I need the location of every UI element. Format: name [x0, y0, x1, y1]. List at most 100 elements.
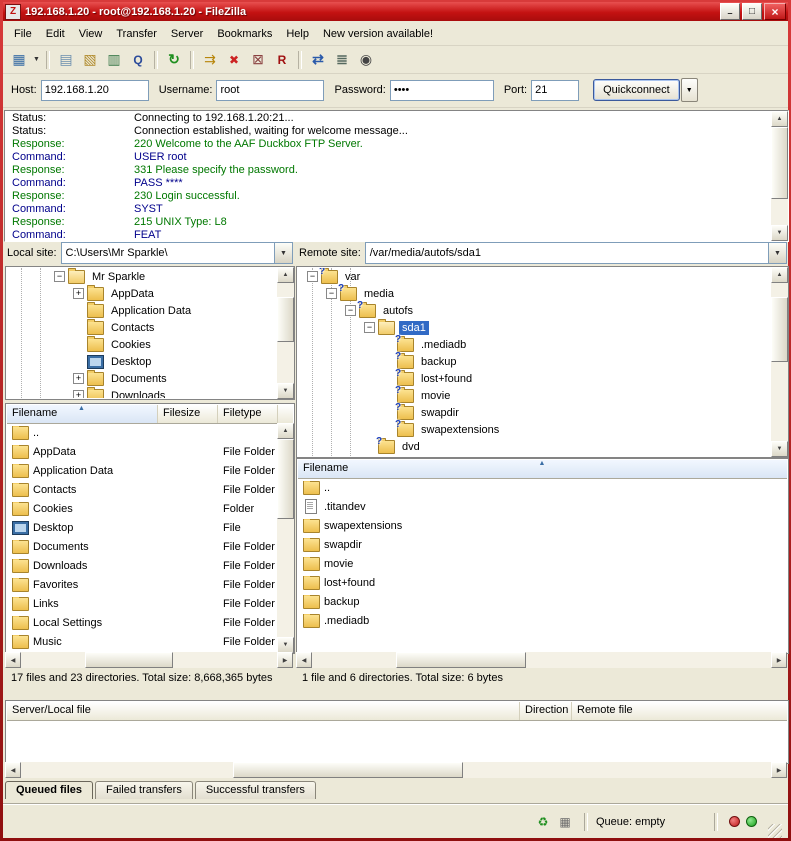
column-header-direction[interactable]: Direction: [520, 702, 572, 720]
scroll-right-icon[interactable]: [277, 652, 293, 668]
file-row[interactable]: swapdir: [298, 535, 787, 554]
close-button[interactable]: [764, 3, 786, 20]
title-bar[interactable]: 192.168.1.20 - root@192.168.1.20 - FileZ…: [3, 2, 788, 21]
quickconnect-button[interactable]: Quickconnect: [593, 79, 680, 101]
tab-failed-transfers[interactable]: Failed transfers: [95, 781, 193, 799]
toggle-transfer-queue-icon[interactable]: [127, 50, 149, 70]
menu-view[interactable]: View: [72, 25, 110, 43]
menu-new-version[interactable]: New version available!: [316, 25, 440, 43]
column-header-remote-file[interactable]: Remote file: [572, 702, 787, 720]
scroll-right-icon[interactable]: [771, 762, 787, 778]
column-header-filename[interactable]: Filename: [7, 405, 158, 423]
toggle-message-log-icon[interactable]: [55, 50, 77, 70]
tab-successful-transfers[interactable]: Successful transfers: [195, 781, 316, 799]
file-row[interactable]: FavoritesFile Folder: [7, 575, 276, 594]
cancel-operation-icon[interactable]: [223, 50, 245, 70]
toggle-remote-tree-icon[interactable]: [103, 50, 125, 70]
scroll-left-icon[interactable]: [5, 652, 21, 668]
site-manager-dropdown-icon[interactable]: [31, 50, 42, 70]
filter-icon[interactable]: [556, 814, 574, 830]
tree-item[interactable]: Downloads: [7, 387, 276, 398]
menu-transfer[interactable]: Transfer: [109, 25, 164, 43]
scroll-left-icon[interactable]: [5, 762, 21, 778]
tree-item[interactable]: Application Data: [7, 302, 276, 319]
scroll-up-icon[interactable]: [277, 267, 294, 283]
menu-server[interactable]: Server: [164, 25, 210, 43]
collapse-icon[interactable]: [326, 288, 337, 299]
toggle-local-tree-icon[interactable]: [79, 50, 101, 70]
expand-icon[interactable]: [73, 390, 84, 398]
menu-help[interactable]: Help: [279, 25, 316, 43]
tree-item[interactable]: Desktop: [7, 353, 276, 370]
menu-file[interactable]: File: [7, 25, 39, 43]
log-scrollbar[interactable]: [771, 111, 788, 241]
file-row[interactable]: lost+found: [298, 573, 787, 592]
file-row[interactable]: .mediadb: [298, 611, 787, 630]
scroll-up-icon[interactable]: [771, 267, 788, 283]
tree-item[interactable]: dvd: [298, 438, 770, 455]
disconnect-icon[interactable]: [247, 50, 269, 70]
scroll-down-icon[interactable]: [771, 225, 788, 241]
column-header-filesize[interactable]: Filesize: [158, 405, 218, 423]
file-row[interactable]: ContactsFile Folder: [7, 480, 276, 499]
file-row[interactable]: MusicFile Folder: [7, 632, 276, 651]
local-list-scrollbar[interactable]: [277, 423, 294, 653]
site-manager-icon[interactable]: [8, 50, 30, 70]
file-row[interactable]: LinksFile Folder: [7, 594, 276, 613]
tree-item[interactable]: swapextensions: [298, 421, 770, 438]
combo-dropdown-icon[interactable]: [768, 243, 786, 263]
reconnect-icon[interactable]: [271, 50, 293, 70]
tree-item[interactable]: lost+found: [298, 370, 770, 387]
tree-item[interactable]: .mediadb: [298, 336, 770, 353]
speed-limits-icon[interactable]: [534, 814, 552, 830]
menu-edit[interactable]: Edit: [39, 25, 72, 43]
scrollbar-thumb[interactable]: [396, 652, 526, 668]
scrollbar-thumb[interactable]: [771, 297, 788, 362]
quickconnect-dropdown-icon[interactable]: [681, 78, 698, 102]
scroll-up-icon[interactable]: [277, 423, 294, 439]
scroll-up-icon[interactable]: [771, 111, 788, 127]
synchronized-browsing-icon[interactable]: [331, 50, 353, 70]
password-input[interactable]: [390, 80, 494, 101]
file-row[interactable]: DesktopFile: [7, 518, 276, 537]
local-tree-scrollbar[interactable]: [277, 267, 294, 399]
tree-item[interactable]: Documents: [7, 370, 276, 387]
tree-item[interactable]: backup: [298, 353, 770, 370]
tree-item[interactable]: media: [298, 285, 770, 302]
column-header-server-local-file[interactable]: Server/Local file: [7, 702, 520, 720]
collapse-icon[interactable]: [345, 305, 356, 316]
file-row[interactable]: DownloadsFile Folder: [7, 556, 276, 575]
refresh-icon[interactable]: [163, 50, 185, 70]
resize-grip[interactable]: [768, 824, 782, 838]
username-input[interactable]: [216, 80, 324, 101]
scroll-down-icon[interactable]: [277, 383, 294, 399]
remote-path-combobox[interactable]: /var/media/autofs/sda1: [365, 242, 787, 264]
file-row[interactable]: ..: [7, 423, 276, 442]
minimize-button[interactable]: [720, 3, 740, 20]
scroll-left-icon[interactable]: [296, 652, 312, 668]
scrollbar-thumb[interactable]: [85, 652, 173, 668]
file-row[interactable]: AppDataFile Folder: [7, 442, 276, 461]
file-row[interactable]: .titandev: [298, 497, 787, 516]
scroll-down-icon[interactable]: [771, 441, 788, 457]
column-header-filetype[interactable]: Filetype: [218, 405, 278, 423]
tree-item[interactable]: Contacts: [7, 319, 276, 336]
find-files-icon[interactable]: [355, 50, 377, 70]
collapse-icon[interactable]: [364, 322, 375, 333]
remote-list-hscrollbar[interactable]: [296, 652, 787, 668]
maximize-button[interactable]: [742, 3, 762, 20]
menu-bookmarks[interactable]: Bookmarks: [210, 25, 279, 43]
scrollbar-thumb[interactable]: [277, 439, 294, 519]
file-row[interactable]: DocumentsFile Folder: [7, 537, 276, 556]
tree-item[interactable]: autofs: [298, 302, 770, 319]
file-row[interactable]: CookiesFolder: [7, 499, 276, 518]
local-path-combobox[interactable]: C:\Users\Mr Sparkle\: [61, 242, 293, 264]
file-row[interactable]: movie: [298, 554, 787, 573]
queue-hscrollbar[interactable]: [5, 762, 787, 778]
collapse-icon[interactable]: [307, 271, 318, 282]
tree-item[interactable]: swapdir: [298, 404, 770, 421]
tree-item[interactable]: Cookies: [7, 336, 276, 353]
file-row[interactable]: Local SettingsFile Folder: [7, 613, 276, 632]
directory-comparison-icon[interactable]: [307, 50, 329, 70]
file-row[interactable]: swapextensions: [298, 516, 787, 535]
